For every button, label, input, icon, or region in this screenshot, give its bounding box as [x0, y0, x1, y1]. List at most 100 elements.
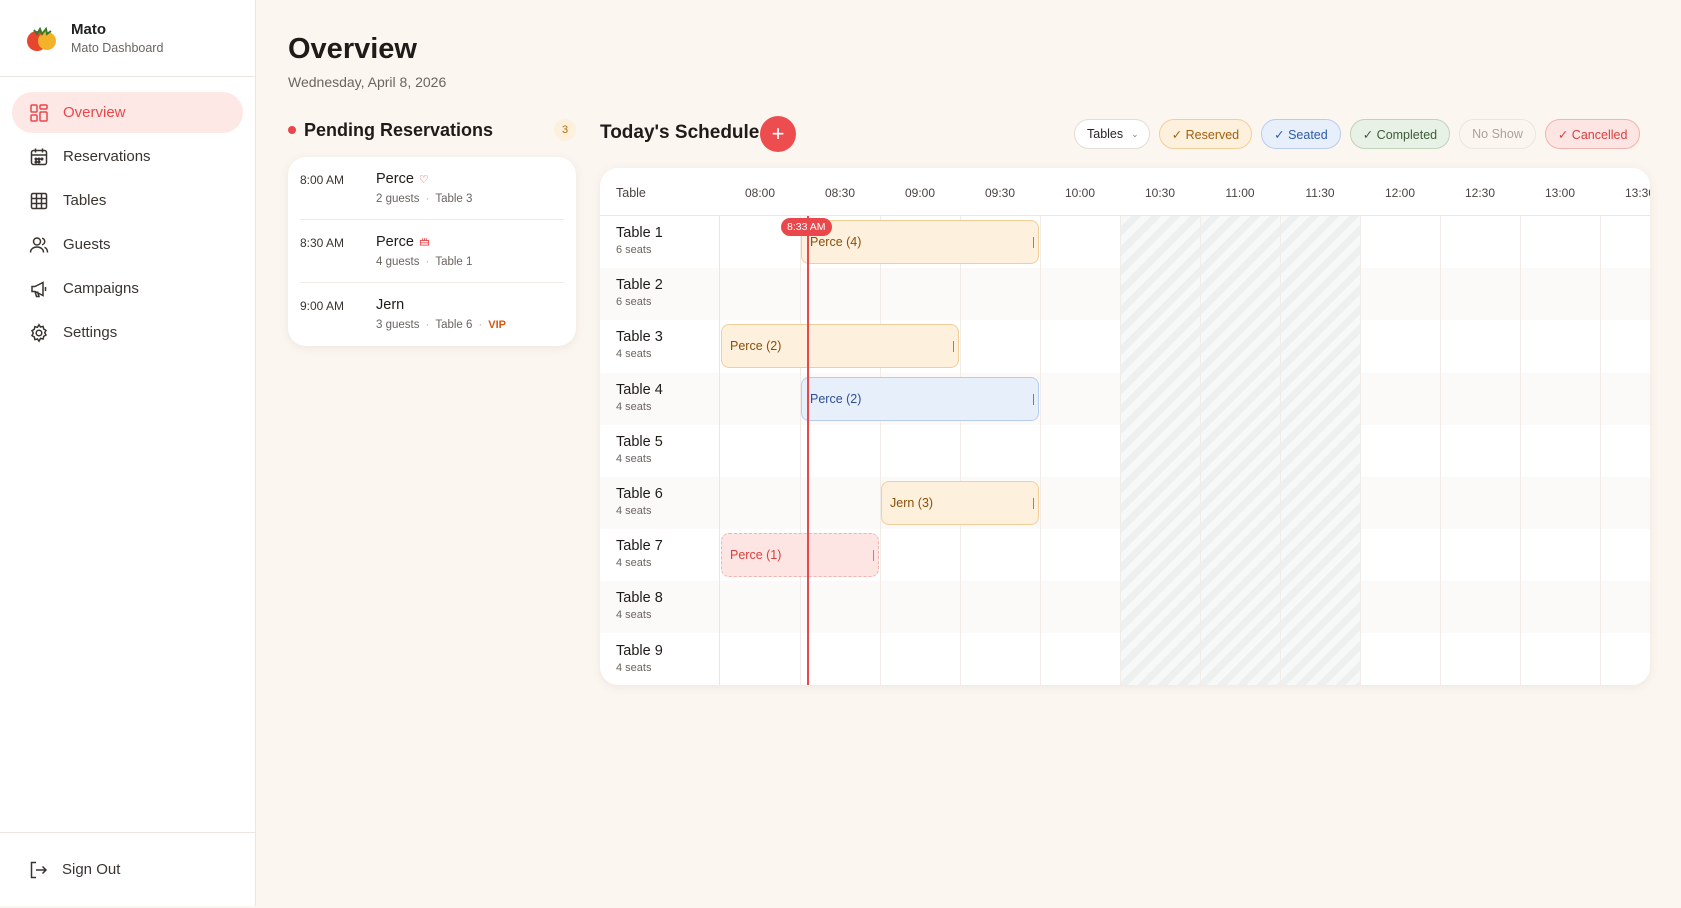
filter-reserved[interactable]: ✓ Reserved: [1158, 119, 1253, 149]
booking-block[interactable]: Perce (2): [801, 376, 1039, 421]
table-name: Table 6: [435, 319, 473, 331]
gear-icon: [30, 322, 48, 343]
sidebar-item-campaigns[interactable]: Campaigns: [12, 268, 243, 309]
time-slot-header: 09:00: [904, 186, 936, 200]
guest-count: 2 guests: [376, 193, 420, 205]
table-label: Table 9 4 seats: [616, 643, 663, 674]
sidebar-nav: Overview Reservations Tables Guests Camp…: [0, 77, 255, 371]
sidebar: Mato Mato Dashboard Overview Reservation…: [0, 0, 256, 906]
sidebar-item-overview[interactable]: Overview: [12, 92, 243, 133]
sidebar-item-guests[interactable]: Guests: [12, 224, 243, 265]
pending-count-badge: 3: [554, 119, 576, 141]
schedule-grid: Table 1 6 seats Table 2 6 seats Table 3 4 sea…: [600, 168, 1650, 685]
brand-name: Mato: [71, 21, 106, 38]
time-slot-header: 10:30: [1144, 186, 1176, 200]
resize-handle[interactable]: [953, 341, 954, 353]
tomato-logo-icon: [25, 21, 59, 55]
time-slot-header: 11:30: [1305, 186, 1335, 200]
sign-out-button[interactable]: Sign Out: [0, 832, 255, 906]
column-divider: [1520, 168, 1521, 685]
grid-icon: [30, 103, 48, 122]
time-slot-header: 09:30: [984, 186, 1016, 200]
reservation-time: 8:30 AM: [300, 236, 345, 250]
table-name: Table 2: [616, 277, 663, 294]
filter-cancelled[interactable]: ✓ Cancelled: [1544, 119, 1641, 149]
column-divider: [719, 168, 720, 685]
list-item[interactable]: 9:00 AM Jern 3 guests · Table 6 · VIP: [300, 283, 564, 346]
table-seats: 4 seats: [616, 505, 652, 517]
table-name: Table 5: [616, 433, 663, 450]
brand-subtitle: Mato Dashboard: [71, 41, 164, 55]
add-reservation-button[interactable]: +: [760, 116, 796, 152]
schedule-title: Today's Schedule: [600, 122, 760, 143]
time-slot-header: 13:30: [1624, 186, 1650, 200]
booking-block[interactable]: Perce (1): [721, 533, 879, 578]
view-select[interactable]: Tables ⌄: [1074, 119, 1150, 149]
table-seats: 4 seats: [616, 452, 652, 465]
current-time-line: [807, 216, 809, 685]
filter-completed[interactable]: ✓ Completed: [1349, 119, 1451, 149]
table-label: Table 5 4 seats: [616, 434, 663, 465]
sign-out-label: Sign Out: [62, 861, 121, 878]
booking-label: Perce (1): [730, 548, 782, 563]
table-seats: 4 seats: [616, 400, 652, 413]
table-seats: 6 seats: [616, 296, 652, 309]
sidebar-item-label: Guests: [63, 236, 111, 253]
page-title: Overview: [288, 33, 417, 65]
table-name: Table 6: [616, 486, 663, 502]
chevron-down-icon: ⌄: [1131, 128, 1139, 139]
sidebar-item-tables[interactable]: Tables: [12, 180, 243, 221]
booking-label: Jern (3): [890, 496, 934, 510]
vip-badge: VIP: [488, 319, 506, 331]
table-column-header: Table: [616, 186, 646, 200]
table-label: Table 1 6 seats: [616, 225, 663, 256]
list-item[interactable]: 8:00 AM Perce ♡ 2 guests · Table 3: [300, 157, 564, 220]
page-date: Wednesday, April 8, 2026: [288, 74, 447, 90]
column-divider: [1040, 168, 1041, 685]
table-label: Table 3 4 seats: [616, 329, 663, 360]
filter-seated[interactable]: ✓ Seated: [1261, 119, 1341, 149]
resize-handle[interactable]: [1033, 393, 1034, 405]
table-seats: 6 seats: [616, 244, 652, 256]
sidebar-item-reservations[interactable]: Reservations: [12, 136, 243, 177]
filter-no-show[interactable]: No Show: [1459, 119, 1536, 149]
table-seats: 4 seats: [616, 661, 652, 674]
list-item[interactable]: 8:30 AM Perce 4 guests · Table 1: [300, 220, 564, 283]
brand[interactable]: Mato Mato Dashboard: [0, 0, 255, 77]
column-divider: [1120, 168, 1121, 685]
heart-icon: ♡: [418, 173, 429, 186]
resize-handle[interactable]: [1033, 498, 1034, 509]
calendar-icon: [30, 148, 48, 165]
time-slot-header: 08:30: [824, 186, 856, 200]
table-name: Table 3: [616, 329, 663, 346]
table-label: Table 8 4 seats: [616, 590, 663, 621]
table-icon: [30, 192, 48, 209]
time-slot-header: 10:00: [1064, 186, 1096, 200]
guest-count: 3 guests: [376, 319, 420, 331]
time-slot-header: 12:30: [1464, 186, 1496, 200]
booking-block[interactable]: Perce (2): [721, 324, 959, 369]
table-seats: 4 seats: [616, 557, 652, 570]
sidebar-item-label: Reservations: [63, 148, 151, 165]
time-slot-header: 08:00: [744, 186, 776, 200]
guest-name: Jern: [376, 297, 405, 313]
resize-handle[interactable]: [873, 550, 874, 562]
megaphone-icon: [31, 280, 47, 297]
current-time-badge: 8:33 AM: [781, 218, 832, 236]
column-divider: [1200, 168, 1201, 685]
pending-title: Pending Reservations: [304, 119, 494, 140]
booking-block[interactable]: Perce (4): [801, 220, 1039, 264]
guest-name: Perce: [376, 171, 414, 187]
sidebar-item-label: Settings: [63, 324, 118, 341]
table-label: Table 7 4 seats: [616, 538, 663, 569]
sidebar-item-settings[interactable]: Settings: [12, 312, 243, 353]
logout-icon: [30, 861, 48, 878]
booking-block[interactable]: Jern (3): [881, 481, 1039, 525]
resize-handle[interactable]: [1033, 237, 1034, 248]
booking-label: Perce (4): [810, 235, 862, 249]
table-seats: 4 seats: [616, 348, 652, 361]
column-divider: [1440, 168, 1441, 685]
table-name: Table 3: [435, 193, 473, 205]
column-divider: [1280, 168, 1281, 685]
sidebar-item-label: Tables: [63, 192, 107, 209]
